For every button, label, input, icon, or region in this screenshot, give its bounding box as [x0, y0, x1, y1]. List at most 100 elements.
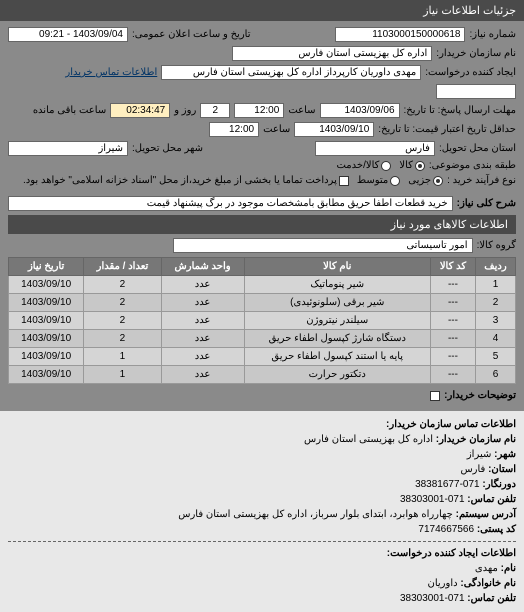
table-header: نام کالا [244, 258, 430, 276]
postal-value: 7174667566 [418, 524, 474, 535]
description-value: خرید قطعات اطفا حریق مطابق بامشخصات موجو… [8, 196, 453, 211]
budget-label: طبقه بندی موضوعی: [429, 160, 516, 171]
creator-name-label: نام: [501, 563, 516, 574]
table-row[interactable]: 2---شیر برقی (سلونوئیدی)عدد21403/09/10 [9, 294, 516, 312]
purchase-opt2-label: پرداخت تماما یا بخشی از مبلغ خرید،از محل… [23, 175, 337, 186]
table-cell: عدد [161, 294, 244, 312]
table-cell: 5 [475, 348, 515, 366]
table-cell: شیر برقی (سلونوئیدی) [244, 294, 430, 312]
contact-empty [436, 84, 516, 99]
checkbox-icon [339, 176, 349, 186]
table-header: تاریخ نیاز [9, 258, 84, 276]
table-cell: عدد [161, 330, 244, 348]
table-row[interactable]: 6---دتکتور حرارتعدد11403/09/10 [9, 366, 516, 384]
table-cell: 1403/09/10 [9, 294, 84, 312]
radio-icon [381, 161, 391, 171]
phone-info-label: تلفن تماس: [467, 494, 516, 505]
org-value: اداره کل بهزیستی استان فارس [304, 434, 433, 445]
deadline-label: مهلت ارسال پاسخ: تا تاریخ: [404, 105, 516, 116]
purchase-minor[interactable]: جزیی [408, 175, 443, 186]
table-cell: 6 [475, 366, 515, 384]
validity-date: 1403/09/10 [294, 122, 374, 137]
table-cell: 2 [84, 330, 161, 348]
table-cell: 3 [475, 312, 515, 330]
creator-surname-label: نام خانوادگی: [460, 578, 516, 589]
purchase-medium[interactable]: متوسط [357, 175, 400, 186]
buyer-notes-checkbox[interactable] [430, 391, 440, 401]
deadline-time: 12:00 [234, 103, 284, 118]
table-cell: عدد [161, 348, 244, 366]
table-cell: 1403/09/10 [9, 276, 84, 294]
table-cell: --- [430, 348, 475, 366]
table-cell: عدد [161, 312, 244, 330]
radio-icon [390, 176, 400, 186]
table-cell: 1 [475, 276, 515, 294]
table-cell: عدد [161, 366, 244, 384]
fax-value: 071-38381677 [415, 479, 480, 490]
creator-label: ایجاد کننده درخواست: [425, 67, 516, 78]
city-label: شهر محل تحویل: [132, 143, 203, 154]
creator-name-value: مهدی [475, 563, 498, 574]
purchase-opt0-label: جزیی [408, 175, 431, 186]
buyer-name-value: اداره کل بهزیستی استان فارس [232, 46, 432, 61]
table-cell: --- [430, 276, 475, 294]
table-header: واحد شمارش [161, 258, 244, 276]
table-cell: --- [430, 366, 475, 384]
province-value: فارس [315, 141, 435, 156]
validity-label: حداقل تاریخ اعتبار قیمت: تا تاریخ: [378, 124, 516, 135]
table-row[interactable]: 1---شیر پنوماتیکعدد21403/09/10 [9, 276, 516, 294]
request-number-value: 1103000150000618 [335, 27, 465, 42]
table-cell: سیلندر نیتروژن [244, 312, 430, 330]
purchase-treasury[interactable]: پرداخت تماما یا بخشی از مبلغ خرید،از محل… [23, 175, 349, 186]
table-row[interactable]: 4---دستگاه شارژ کپسول اطفاء حریقعدد21403… [9, 330, 516, 348]
table-cell: عدد [161, 276, 244, 294]
province-info-value: فارس [460, 464, 485, 475]
budget-opt0-label: کالا [399, 160, 413, 171]
creator-value: مهدی داوریان کارپرداز اداره کل بهزیستی ا… [161, 65, 421, 80]
fax-label: دورنگار: [482, 479, 516, 490]
table-cell: 1403/09/10 [9, 330, 84, 348]
buyer-notes-label: توضیحات خریدار: [444, 390, 516, 401]
form-body: شماره نیاز: 1103000150000618 تاریخ و ساع… [0, 21, 524, 411]
address-value: چهارراه هوابرد، ابتدای بلوار سرباز، ادار… [178, 509, 453, 520]
purchase-type-radios: جزیی متوسط پرداخت تماما یا بخشی از مبلغ … [23, 175, 443, 186]
table-cell: دستگاه شارژ کپسول اطفاء حریق [244, 330, 430, 348]
contact-info-block: اطلاعات تماس سازمان خریدار: نام سازمان خ… [0, 411, 524, 612]
announce-value: 1403/09/04 - 09:21 [8, 27, 128, 42]
validity-time-label: ساعت [263, 124, 290, 135]
remain-time: 02:34:47 [110, 103, 170, 118]
budget-option-goods-service[interactable]: کالا/خدمت [336, 160, 391, 171]
table-cell: 4 [475, 330, 515, 348]
table-cell: شیر پنوماتیک [244, 276, 430, 294]
table-cell: --- [430, 330, 475, 348]
city-value: شیراز [8, 141, 128, 156]
remain-days: 2 [200, 103, 230, 118]
table-cell: 1403/09/10 [9, 312, 84, 330]
province-info-label: استان: [488, 464, 516, 475]
postal-label: کد پستی: [477, 524, 516, 535]
table-cell: 2 [84, 294, 161, 312]
table-cell: پایه یا استند کپسول اطفاء حریق [244, 348, 430, 366]
request-number-label: شماره نیاز: [469, 29, 516, 40]
creator-surname-value: داوریان [428, 578, 458, 589]
panel-title: جزئیات اطلاعات نیاز [0, 0, 524, 21]
group-value: امور تاسیساتی [173, 238, 473, 253]
deadline-date: 1403/09/06 [320, 103, 400, 118]
contact-link[interactable]: اطلاعات تماس خریدار [65, 67, 157, 78]
radio-icon [433, 176, 443, 186]
remain-label: ساعت باقی مانده [33, 105, 106, 116]
purchase-opt1-label: متوسط [357, 175, 388, 186]
table-row[interactable]: 5---پایه یا استند کپسول اطفاء حریقعدد114… [9, 348, 516, 366]
table-header: کد کالا [430, 258, 475, 276]
description-label: شرح کلی نیاز: [457, 198, 516, 209]
table-cell: 1 [84, 348, 161, 366]
table-cell: 2 [84, 276, 161, 294]
table-row[interactable]: 3---سیلندر نیتروژنعدد21403/09/10 [9, 312, 516, 330]
budget-radios: کالا کالا/خدمت [336, 160, 424, 171]
goods-table: ردیفکد کالانام کالاواحد شمارشتعداد / مقد… [8, 257, 516, 384]
buyer-name-label: نام سازمان خریدار: [436, 48, 516, 59]
budget-option-goods[interactable]: کالا [399, 160, 425, 171]
table-cell: 1 [84, 366, 161, 384]
creator-phone-value: 071-38303001 [400, 593, 465, 604]
table-header: ردیف [475, 258, 515, 276]
